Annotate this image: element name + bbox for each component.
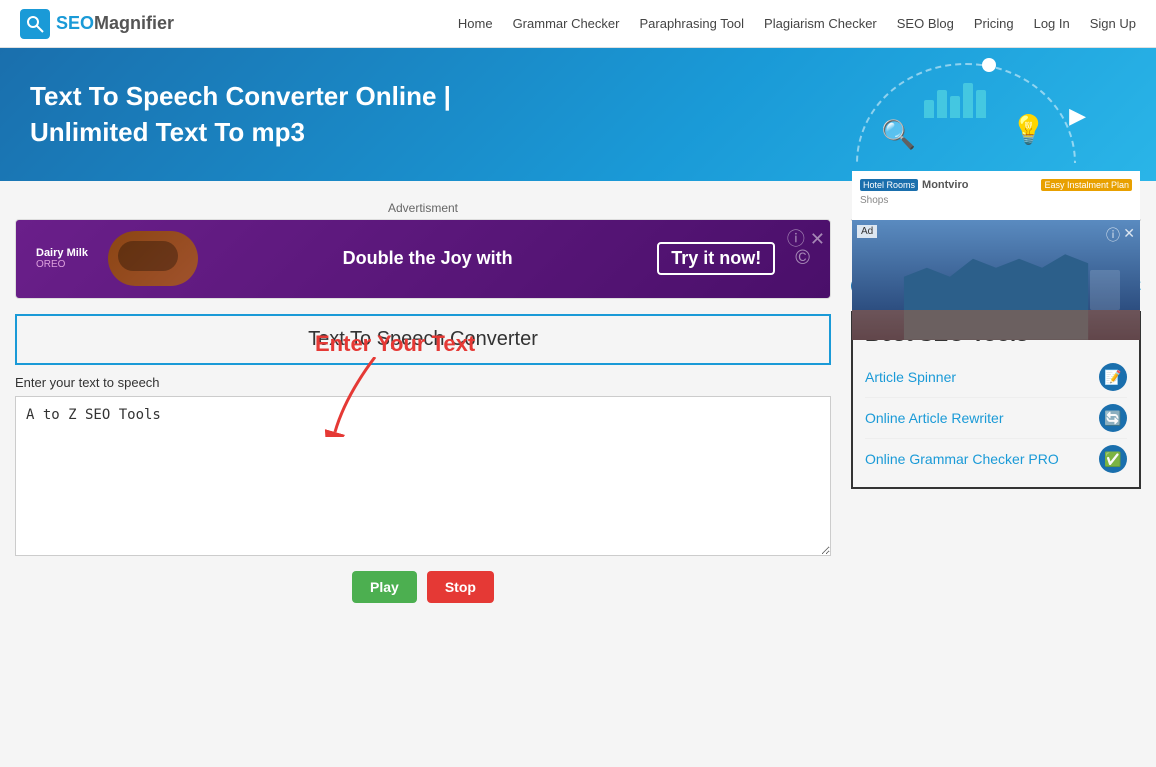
button-row: Play Stop xyxy=(15,571,831,603)
right-ad-caption-box: Hotel Rooms Montviro Easy Instalment Pla… xyxy=(852,171,1140,220)
converter-title: Text To Speech Converter xyxy=(15,314,831,365)
play-button[interactable]: Play xyxy=(352,571,417,603)
deco-search-icon: 🔍 xyxy=(881,118,916,151)
logo-text: SEOMagnifier xyxy=(56,13,174,34)
ad-corner-icon: ⓘ ✕ xyxy=(787,225,825,251)
nav-blog[interactable]: SEO Blog xyxy=(897,16,954,31)
left-panel: Advertisment ⓘ ✕ Dairy Milk OREO Double … xyxy=(15,201,831,603)
right-ad-brand-name: Montviro xyxy=(922,179,968,191)
nav-paraphrasing[interactable]: Paraphrasing Tool xyxy=(639,16,744,31)
seo-tool-icon-3: ✅ xyxy=(1099,445,1127,473)
ad-product-image xyxy=(108,231,198,286)
deco-arrow-icon: ▶ xyxy=(1069,103,1086,129)
ad-banner: ⓘ ✕ Dairy Milk OREO Double the Joy with … xyxy=(15,219,831,299)
nav-home[interactable]: Home xyxy=(458,16,493,31)
right-ad-image xyxy=(852,220,1140,340)
logo[interactable]: SEOMagnifier xyxy=(20,9,174,39)
nav-grammar[interactable]: Grammar Checker xyxy=(513,16,620,31)
main-content: Advertisment ⓘ ✕ Dairy Milk OREO Double … xyxy=(0,181,1156,623)
input-label: Enter your text to speech xyxy=(15,375,831,390)
logo-icon xyxy=(20,9,50,39)
right-panel: Advertisment Hotel Rooms Montviro Easy I… xyxy=(851,201,1141,603)
right-ad-brand: Hotel Rooms Montviro Easy Instalment Pla… xyxy=(860,179,1132,191)
seo-tool-icon-2: 🔄 xyxy=(1099,404,1127,432)
nav-pricing[interactable]: Pricing xyxy=(974,16,1014,31)
hero-banner: Text To Speech Converter Online | Unlimi… xyxy=(0,48,1156,181)
stop-button[interactable]: Stop xyxy=(427,571,494,603)
ad-cta: Try it now! xyxy=(657,242,775,275)
hero-decoration: 🔍 💡 ▶ xyxy=(796,58,1096,168)
nav-login[interactable]: Log In xyxy=(1034,16,1070,31)
navbar: SEOMagnifier Home Grammar Checker Paraph… xyxy=(0,0,1156,48)
ad-banner-inner: Dairy Milk OREO Double the Joy with Try … xyxy=(36,231,810,286)
seo-tool-item-1: Article Spinner 📝 xyxy=(865,357,1127,398)
deco-bar-chart xyxy=(924,83,986,118)
right-ad-info-icon[interactable]: ⓘ xyxy=(1106,225,1120,245)
text-input-area: Enter Your Text xyxy=(15,396,831,559)
seo-tool-link-2[interactable]: Online Article Rewriter xyxy=(865,410,1004,426)
nav-links: Home Grammar Checker Paraphrasing Tool P… xyxy=(458,16,1136,31)
right-ad-badge: Ad xyxy=(857,225,877,238)
ad-text: Double the Joy with xyxy=(218,248,637,269)
speech-textarea[interactable] xyxy=(15,396,831,556)
seo-tool-item-2: Online Article Rewriter 🔄 xyxy=(865,398,1127,439)
right-ad-subtitle: Shops xyxy=(860,195,1132,206)
right-ad-container: Hotel Rooms Montviro Easy Instalment Pla… xyxy=(851,219,1141,221)
seo-tool-icon-1: 📝 xyxy=(1099,363,1127,391)
right-ad-close-icon[interactable]: ✕ xyxy=(1123,225,1135,242)
nav-signup[interactable]: Sign Up xyxy=(1090,16,1136,31)
seo-tool-item-3: Online Grammar Checker PRO ✅ xyxy=(865,439,1127,479)
seo-tool-link-1[interactable]: Article Spinner xyxy=(865,369,956,385)
seo-tool-link-3[interactable]: Online Grammar Checker PRO xyxy=(865,451,1059,467)
deco-bulb-icon: 💡 xyxy=(1011,113,1046,146)
nav-plagiarism[interactable]: Plagiarism Checker xyxy=(764,16,877,31)
ad-label: Advertisment xyxy=(15,201,831,215)
right-ad-hotel-label: Hotel Rooms xyxy=(860,179,918,191)
right-ad-shops-label: Shops xyxy=(860,195,888,206)
hero-title: Text To Speech Converter Online | Unlimi… xyxy=(30,78,451,151)
right-ad-plan-label: Easy Instalment Plan xyxy=(1041,179,1132,191)
